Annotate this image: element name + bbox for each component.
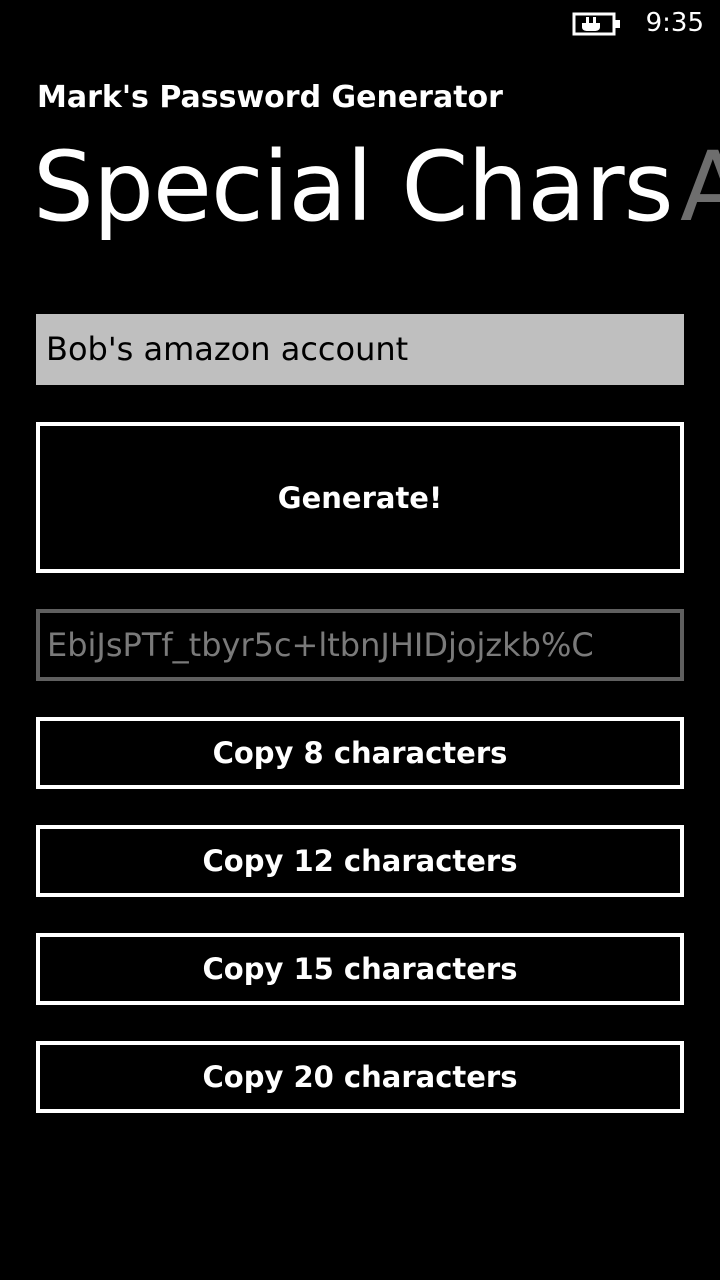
copy-8-characters-button[interactable]: Copy 8 characters <box>36 717 684 789</box>
copy-button-label: Copy 8 characters <box>212 736 508 770</box>
generated-password-text: EbiJsPTf_tbyr5c+ltbnJHIDjojzkb%C <box>47 626 594 664</box>
copy-button-label: Copy 12 characters <box>202 844 518 878</box>
copy-button-label: Copy 15 characters <box>202 952 518 986</box>
status-time: 9:35 <box>645 8 704 38</box>
generate-button[interactable]: Generate! <box>36 422 684 573</box>
pivot-item-next[interactable]: A <box>680 128 720 246</box>
copy-15-characters-button[interactable]: Copy 15 characters <box>36 933 684 1005</box>
pivot-item-special-chars[interactable]: Special Chars <box>33 128 674 246</box>
pivot-header: Special Chars A <box>0 128 720 248</box>
account-name-input[interactable] <box>36 314 684 385</box>
copy-20-characters-button[interactable]: Copy 20 characters <box>36 1041 684 1113</box>
copy-12-characters-button[interactable]: Copy 12 characters <box>36 825 684 897</box>
generated-password-field[interactable]: EbiJsPTf_tbyr5c+ltbnJHIDjojzkb%C <box>36 609 684 681</box>
status-bar: 9:35 <box>0 0 720 48</box>
app-title: Mark's Password Generator <box>37 80 503 115</box>
copy-button-label: Copy 20 characters <box>202 1060 518 1094</box>
generate-button-label: Generate! <box>277 480 443 515</box>
battery-charging-icon <box>572 12 620 36</box>
